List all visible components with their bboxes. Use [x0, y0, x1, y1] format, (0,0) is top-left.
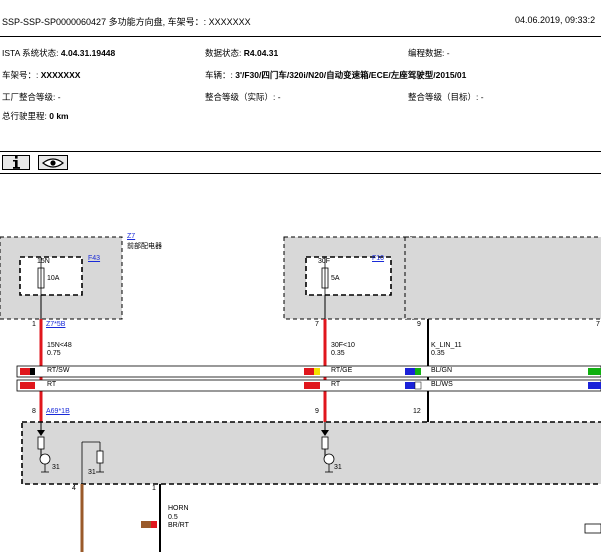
wire-color-rt-2: RT	[331, 381, 341, 388]
factory-integration-level: 工厂整合等级: -	[2, 92, 61, 102]
wire-color-rt-ge: RT/GE	[331, 367, 353, 374]
z7-link[interactable]: Z7	[127, 233, 135, 240]
f43-amperage: 10A	[47, 275, 60, 282]
vin: 车架号：: XXXXXXX	[2, 70, 81, 80]
pin-7-right: 7	[596, 321, 600, 328]
pin-12: 12	[413, 408, 421, 415]
a69-module-box	[21, 421, 601, 485]
wire-color-bl-gn: BL/GN	[431, 367, 453, 374]
wire-color-rt: RT	[47, 381, 57, 388]
document-title: SSP-SSP-SP0000060427 多功能方向盘, 车架号：: XXXXX…	[2, 17, 251, 27]
wiring-diagram: Z7 前部配电器 15N F43 10A 30F F10 5A 1 Z7*5B …	[0, 230, 601, 552]
document-datetime: 04.06.2019, 09:33:2	[515, 15, 596, 25]
wire-k-lin-size: 0.35	[431, 350, 445, 357]
wire-15n-name: 15N<48	[47, 342, 72, 349]
horn-wire-name: HORN	[168, 505, 189, 512]
pin-1: 1	[32, 321, 36, 328]
wire-color-rt-sw: RT/SW	[47, 367, 70, 374]
target-integration-level: 整合等级（目标）: -	[408, 92, 484, 102]
header-divider	[0, 36, 601, 37]
horn-wire-size: 0.5	[168, 514, 178, 521]
connector-z7-5b[interactable]: Z7*5B	[46, 321, 65, 328]
programming-data: 编程数据: -	[408, 48, 450, 58]
f43-link[interactable]: F43	[88, 255, 100, 262]
wire-k-lin-name: K_LIN_11	[431, 342, 462, 349]
wire-15n-size: 0.75	[47, 350, 61, 357]
toolbar-divider	[0, 173, 601, 174]
ista-status: ISTA 系统状态: 4.04.31.19448	[2, 48, 116, 58]
total-mileage: 总行驶里程: 0 km	[2, 111, 69, 121]
horn-wire-color: BR/RT	[168, 522, 189, 529]
eye-icon	[42, 157, 64, 168]
wire-30f-size: 0.35	[331, 350, 345, 357]
ground-31-b: 31	[88, 469, 96, 476]
ground-31-c: 31	[334, 464, 342, 471]
pin-9b: 9	[315, 408, 319, 415]
pin-1b: 1	[152, 485, 156, 492]
info-divider	[0, 151, 601, 152]
vehicle: 车辆：: 3'/F30/四门车/320i/N20/自动变速箱/ECE/左座驾驶型…	[205, 70, 467, 80]
wire-color-bl-ws: BL/WS	[431, 381, 453, 388]
ground-31-a: 31	[52, 464, 60, 471]
pin-4: 4	[72, 485, 76, 492]
wire-30f-name: 30F<10	[331, 342, 355, 349]
z7-description: 前部配电器	[127, 243, 162, 250]
wiring-diagram-graphics	[0, 236, 601, 552]
actual-integration-level: 整合等级（实际）: -	[205, 92, 281, 102]
adjacent-box	[404, 236, 601, 320]
pin-8: 8	[32, 408, 36, 415]
data-status: 数据状态: R4.04.31	[205, 48, 279, 58]
f10-link[interactable]: F10	[372, 255, 384, 262]
pin-7: 7	[315, 321, 319, 328]
f43-code: 15N	[37, 258, 50, 265]
f10-code: 30F	[318, 258, 331, 265]
connector-a69-1b[interactable]: A69*1B	[46, 408, 70, 415]
info-button[interactable]	[2, 155, 30, 170]
f10-amperage: 5A	[331, 275, 340, 282]
info-icon	[13, 156, 20, 169]
view-button[interactable]	[38, 155, 68, 170]
pin-9: 9	[417, 321, 421, 328]
